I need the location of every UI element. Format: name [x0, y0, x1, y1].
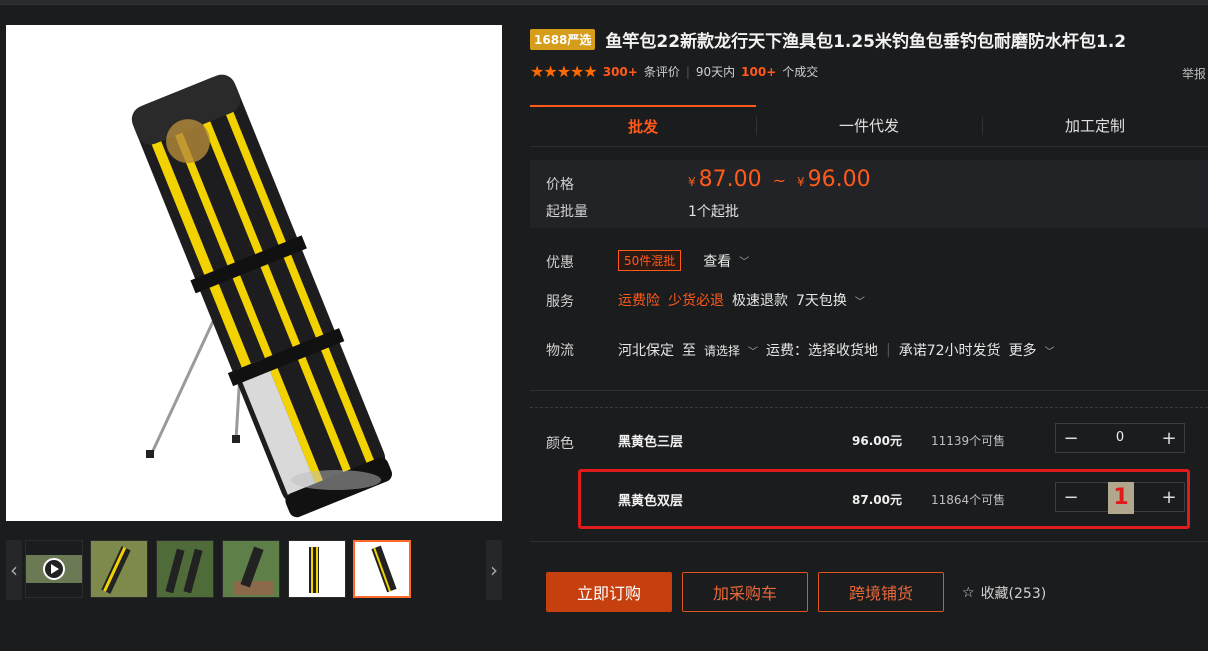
- thumbnail-video[interactable]: [25, 540, 83, 598]
- buy-now-button[interactable]: 立即订购: [546, 572, 672, 612]
- report-link[interactable]: 举报: [1182, 65, 1206, 82]
- tab-custom[interactable]: 加工定制: [982, 105, 1208, 146]
- sales-count: 100+: [741, 64, 777, 79]
- mixed-batch-tag: 50件混批: [618, 250, 682, 271]
- logistics-label: 物流: [546, 343, 574, 359]
- moq-label: 起批量: [546, 204, 588, 220]
- favorite-button[interactable]: ☆ 收藏(253): [962, 583, 1046, 603]
- sales-suffix: 个成交: [782, 65, 819, 79]
- promo-view-link[interactable]: 查看: [703, 251, 731, 271]
- annotation-number: 1: [1108, 482, 1134, 514]
- star-rating-icon: ★★★★★: [530, 62, 598, 81]
- logistics-more-link[interactable]: 更多: [1009, 340, 1037, 360]
- top-bar: [0, 0, 1208, 5]
- color-label: 颜色: [546, 436, 574, 452]
- thumbnail-strip: ‹ ›: [6, 540, 502, 600]
- divider: |: [886, 342, 891, 358]
- service-missing-refund[interactable]: 少货必退: [668, 290, 724, 310]
- title-row: 1688严选 鱼竿包22新款龙行天下渔具包1.25米钓鱼包垂钓包耐磨防水杆包1.…: [530, 27, 1126, 52]
- thumbnail-image-4: [223, 541, 279, 597]
- increment-button[interactable]: +: [1154, 428, 1184, 449]
- quantity-input[interactable]: 0: [1086, 423, 1154, 453]
- rating-row: ★★★★★ 300+ 条评价 | 90天内 100+ 个成交: [530, 62, 818, 81]
- price-range: ¥87.00 ~ ¥96.00: [688, 167, 871, 192]
- price-label: 价格: [546, 177, 574, 193]
- yanxuan-badge: 1688严选: [530, 29, 596, 50]
- section-divider: [530, 541, 1208, 542]
- thumbnail-5[interactable]: [288, 540, 346, 598]
- section-divider: [530, 390, 1208, 391]
- section-divider-dashed: [530, 407, 1208, 408]
- service-row: 运费险 少货必退 极速退款 7天包换 ﹀: [618, 290, 865, 310]
- service-fast-refund[interactable]: 极速退款: [732, 290, 788, 310]
- thumbnail-image-3: [157, 541, 213, 597]
- logistics-row: 河北保定 至 请选择 ﹀ 运费：选择收货地 | 承诺72小时发货 更多 ﹀: [618, 340, 1055, 360]
- destination-select[interactable]: 请选择: [704, 342, 740, 359]
- sales-prefix: 90天内: [695, 65, 736, 79]
- ship-origin: 河北保定: [618, 343, 674, 359]
- ship-promise: 承诺72小时发货: [898, 343, 1001, 359]
- tab-wholesale[interactable]: 批发: [530, 105, 756, 146]
- thumbnail-2[interactable]: [90, 540, 148, 598]
- chevron-down-icon[interactable]: ﹀: [748, 343, 758, 358]
- sku-price: 96.00元: [852, 434, 902, 448]
- thumbnail-image-6: [355, 542, 409, 596]
- tab-dropship[interactable]: 一件代发: [756, 105, 982, 146]
- sku-row: 黑黄色三层 96.00元 11139个可售 − 0 +: [618, 423, 1186, 457]
- fishing-rod-bag-image: [6, 25, 502, 521]
- price-max: 96.00: [807, 167, 871, 192]
- main-product-image[interactable]: [6, 25, 502, 521]
- chevron-down-icon: ﹀: [739, 257, 750, 268]
- thumbnail-6-selected[interactable]: [353, 540, 411, 598]
- service-freight-insurance[interactable]: 运费险: [618, 290, 660, 310]
- add-to-cart-button[interactable]: 加采购车: [682, 572, 808, 612]
- annotation-box: [578, 469, 1190, 529]
- divider: |: [685, 64, 690, 79]
- moq-value: 1个起批: [688, 204, 739, 220]
- thumbnail-4[interactable]: [222, 540, 280, 598]
- price-separator: ~: [772, 171, 787, 190]
- service-7day-exchange[interactable]: 7天包换: [796, 290, 847, 310]
- reviews-count[interactable]: 300+: [603, 65, 638, 79]
- star-outline-icon: ☆: [962, 585, 975, 601]
- thumbnail-image-5: [289, 541, 345, 597]
- reviews-label: 条评价: [643, 65, 680, 79]
- thumb-prev-arrow-icon[interactable]: ‹: [6, 540, 22, 600]
- cross-border-button[interactable]: 跨境铺货: [818, 572, 944, 612]
- favorite-label: 收藏(253): [980, 586, 1047, 602]
- thumbnail-3[interactable]: [156, 540, 214, 598]
- thumbnail-image-2: [91, 541, 147, 597]
- promo-row: 50件混批 查看 ﹀: [618, 250, 749, 271]
- sku-name: 黑黄色三层: [618, 435, 684, 450]
- video-thumbnail-image: [26, 541, 82, 597]
- freight-fee: 运费：选择收货地: [766, 343, 879, 359]
- promo-label: 优惠: [546, 255, 574, 271]
- quantity-stepper: − 0 +: [1055, 423, 1185, 453]
- price-min: 87.00: [698, 167, 762, 192]
- sku-stock: 11139个可售: [931, 434, 1006, 448]
- decrement-button[interactable]: −: [1056, 428, 1086, 449]
- thumb-next-arrow-icon[interactable]: ›: [486, 540, 502, 600]
- currency-symbol-2: ¥: [797, 175, 805, 189]
- chevron-down-icon: ﹀: [1044, 346, 1055, 358]
- service-label: 服务: [546, 294, 574, 310]
- chevron-down-icon: ﹀: [854, 296, 865, 308]
- purchase-mode-tabs: 批发 一件代发 加工定制: [530, 105, 1208, 147]
- price-box: 价格 起批量 ¥87.00 ~ ¥96.00 1个起批: [530, 160, 1208, 228]
- product-title: 鱼竿包22新款龙行天下渔具包1.25米钓鱼包垂钓包耐磨防水杆包1.2: [605, 32, 1127, 52]
- currency-symbol: ¥: [688, 175, 696, 189]
- ship-to: 至: [682, 343, 696, 359]
